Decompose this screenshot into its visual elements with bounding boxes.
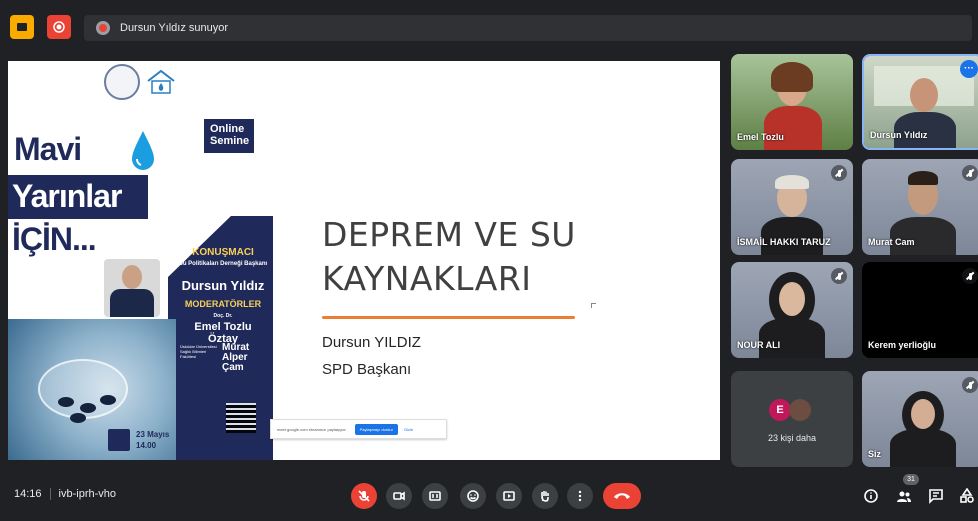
participant-tile[interactable]: Murat Cam [862,159,978,255]
camera-icon [393,491,405,501]
people-button[interactable] [895,487,913,505]
participant-tile-self[interactable]: Siz [862,371,978,467]
poster-speaker-sub: Su Politikaları Derneği Başkanı [178,261,268,267]
others-count-label: 23 kişi daha [767,433,817,443]
record-icon [53,21,65,33]
captions-icon [429,491,441,501]
participant-tile[interactable]: İSMAİL HAKKI TARUZ [731,159,853,255]
mic-off-icon [358,490,370,502]
camera-toggle-button[interactable] [386,483,412,509]
participant-name: NOUR ALI [737,340,781,350]
association-logo [147,69,175,94]
poster-moderator-title: Doç. Dr. [213,313,233,319]
avatar: E [769,399,791,421]
people-count-badge: 31 [903,474,919,485]
poster-moderator-name2: Murat Alper Çam [222,342,250,373]
poster-speaker-heading: KONUŞMACI [192,247,254,258]
others-tile[interactable]: E 23 kişi daha [731,371,853,467]
seminar-poster: Mavi Online Semine Yarınlar İÇİN... KONU… [8,61,273,460]
participant-name: Siz [868,449,882,459]
share-notice-text: meet.google.com ekranınızı paylaşıyor. [277,426,347,432]
muted-mic-icon [831,268,847,284]
poster-date: 23 Mayıs 14.00 [108,427,178,455]
recording-button[interactable] [47,15,71,39]
poster-online-label: Online Semine [210,123,250,147]
presenting-text: Dursun Yıldız sunuyor [120,22,229,34]
stop-sharing-button[interactable]: Paylaşmayı durdur [354,423,398,435]
water-drop-icon [132,131,154,170]
emoji-icon [467,490,479,502]
participant-name: Dursun Yıldız [870,130,928,140]
shared-screen: Mavi Online Semine Yarınlar İÇİN... KONU… [8,61,720,460]
more-options-icon[interactable]: ··· [960,60,978,78]
folder-icon [17,23,27,31]
leave-call-button[interactable] [603,483,641,509]
present-screen-icon [503,491,515,501]
poster-date-text: 23 Mayıs [136,430,170,439]
poster-moderator-heading: MODERATÖRLER [184,299,262,309]
muted-mic-icon [831,165,847,181]
poster-speaker-name: Dursun Yıldız [181,278,265,293]
poster-title-line1: Mavi [14,131,82,167]
chat-icon [929,489,943,504]
muted-mic-icon [962,268,978,284]
phone-hangup-icon [614,493,630,499]
people-icon [897,491,911,502]
muted-mic-icon [962,377,978,393]
meeting-details-button[interactable] [862,487,880,505]
reactions-button[interactable] [460,483,486,509]
clock-time: 14:16 [14,488,42,500]
participant-name: Kerem yerlioğlu [868,340,937,350]
activities-button[interactable] [10,15,34,39]
screen-share-notice: meet.google.com ekranınızı paylaşıyor. P… [270,419,447,439]
hide-link[interactable]: Gizle [404,427,413,432]
poster-title-line2: Yarınlar [12,178,122,214]
participant-tile[interactable]: Kerem yerlioğlu [862,262,978,358]
presenter-avatar-icon [96,21,110,35]
present-button[interactable] [496,483,522,509]
participant-name: Emel Tozlu [737,132,784,142]
mouse-cursor-icon [591,303,596,308]
more-vert-icon [578,490,582,502]
qr-code [226,403,256,433]
info-icon [864,489,878,503]
hand-icon [541,491,549,502]
slide-role: SPD Başkanı [322,361,412,378]
presenting-banner[interactable]: Dursun Yıldız sunuyor [84,15,972,41]
meet-window: Dursun Yıldız sunuyor Mavi Online Semine… [0,0,978,521]
chat-button[interactable] [927,487,945,505]
participant-name: Murat Cam [868,237,915,247]
participant-name: İSMAİL HAKKI TARUZ [737,237,831,247]
poster-title-line3: İÇİN... [12,221,97,257]
raise-hand-button[interactable] [532,483,558,509]
university-logo [104,64,140,100]
captions-button[interactable] [422,483,448,509]
top-bar: Dursun Yıldız sunuyor [0,0,978,52]
poster-moderator-sub: Üsküdar Üniversitesi Sağlık Bilimleri Fa… [180,344,217,359]
shapes-icon [960,488,974,503]
meeting-info: 14:16 ivb-iprh-vho [14,488,116,500]
speaker-photo [104,259,160,317]
muted-mic-icon [962,165,978,181]
participant-tile-presenter[interactable]: ··· Dursun Yıldız [862,54,978,150]
poster-time-text: 14.00 [136,441,157,450]
avatar [789,399,811,421]
calendar-icon [108,429,130,451]
more-options-button[interactable] [567,483,593,509]
meeting-code[interactable]: ivb-iprh-vho [59,488,116,500]
slide-author: Dursun YILDIZ [322,334,421,351]
slide-divider [322,316,575,319]
slide-title: DEPREM VE SU KAYNAKLARI [322,215,576,298]
participant-tile[interactable]: Emel Tozlu [731,54,853,150]
participant-tile[interactable]: NOUR ALI [731,262,853,358]
activities-panel-button[interactable] [958,487,976,505]
mic-toggle-button[interactable] [351,483,377,509]
bottom-bar: 14:16 ivb-iprh-vho 31 [0,470,978,521]
